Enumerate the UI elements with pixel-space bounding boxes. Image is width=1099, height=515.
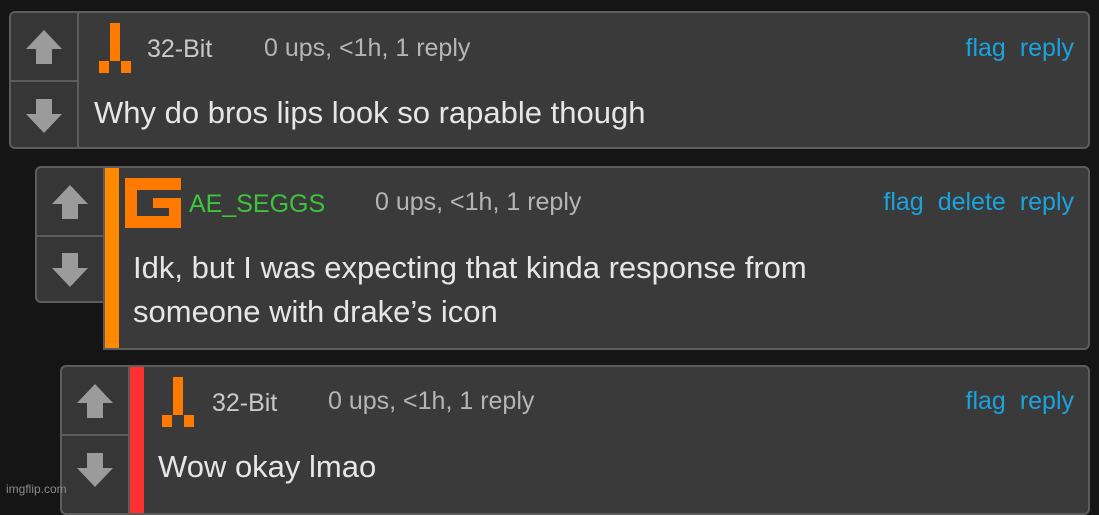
- arrow-up-icon: [77, 383, 113, 418]
- comment-meta: 0 ups, <1h, 1 reply: [375, 188, 582, 216]
- comment-actions: flag reply: [966, 386, 1075, 416]
- flag-link[interactable]: flag: [966, 386, 1006, 416]
- upvote-button[interactable]: [11, 13, 77, 80]
- comment-text: Why do bros lips look so rapable though: [94, 95, 646, 130]
- flag-link[interactable]: flag: [966, 33, 1006, 63]
- downvote-button[interactable]: [62, 436, 128, 503]
- arrow-up-icon: [52, 184, 88, 219]
- comment-text: Wow okay lmao: [158, 449, 377, 484]
- username[interactable]: 32-Bit: [147, 34, 212, 64]
- downvote-button[interactable]: [11, 82, 77, 149]
- reply-link[interactable]: reply: [1020, 33, 1074, 63]
- username[interactable]: AE_SEGGS: [189, 189, 325, 219]
- delete-link[interactable]: delete: [938, 187, 1006, 217]
- arrow-down-icon: [77, 452, 113, 487]
- pixel-tower-icon: [162, 377, 194, 427]
- arrow-down-icon: [26, 98, 62, 133]
- pixel-tower-icon: [99, 23, 131, 73]
- vote-column: [9, 11, 77, 149]
- comment-meta: 0 ups, <1h, 1 reply: [328, 387, 535, 415]
- vote-column: [60, 365, 128, 515]
- comment-actions: flag delete reply: [883, 187, 1074, 217]
- comment-card: 32-Bit 0 ups, <1h, 1 reply flag reply Wh…: [77, 11, 1090, 149]
- flag-link[interactable]: flag: [883, 187, 923, 217]
- reply-link[interactable]: reply: [1020, 187, 1074, 217]
- upvote-button[interactable]: [37, 168, 103, 235]
- thread-accent-bar: [105, 168, 119, 348]
- comment-text: Idk, but I was expecting that kinda resp…: [133, 250, 807, 329]
- comment-actions: flag reply: [966, 33, 1075, 63]
- downvote-button[interactable]: [37, 237, 103, 303]
- reply-link[interactable]: reply: [1020, 386, 1074, 416]
- watermark: imgflip.com: [6, 482, 67, 496]
- comment-card: AE_SEGGS 0 ups, <1h, 1 reply flag delete…: [103, 166, 1090, 350]
- vote-column: [35, 166, 103, 303]
- upvote-button[interactable]: [62, 367, 128, 434]
- comment-card: 32-Bit 0 ups, <1h, 1 reply flag reply Wo…: [128, 365, 1090, 515]
- arrow-down-icon: [52, 253, 88, 287]
- arrow-up-icon: [26, 29, 62, 64]
- username[interactable]: 32-Bit: [212, 388, 277, 418]
- comment-meta: 0 ups, <1h, 1 reply: [264, 34, 471, 62]
- thread-accent-bar: [130, 367, 144, 513]
- pixel-g-icon: [125, 178, 181, 228]
